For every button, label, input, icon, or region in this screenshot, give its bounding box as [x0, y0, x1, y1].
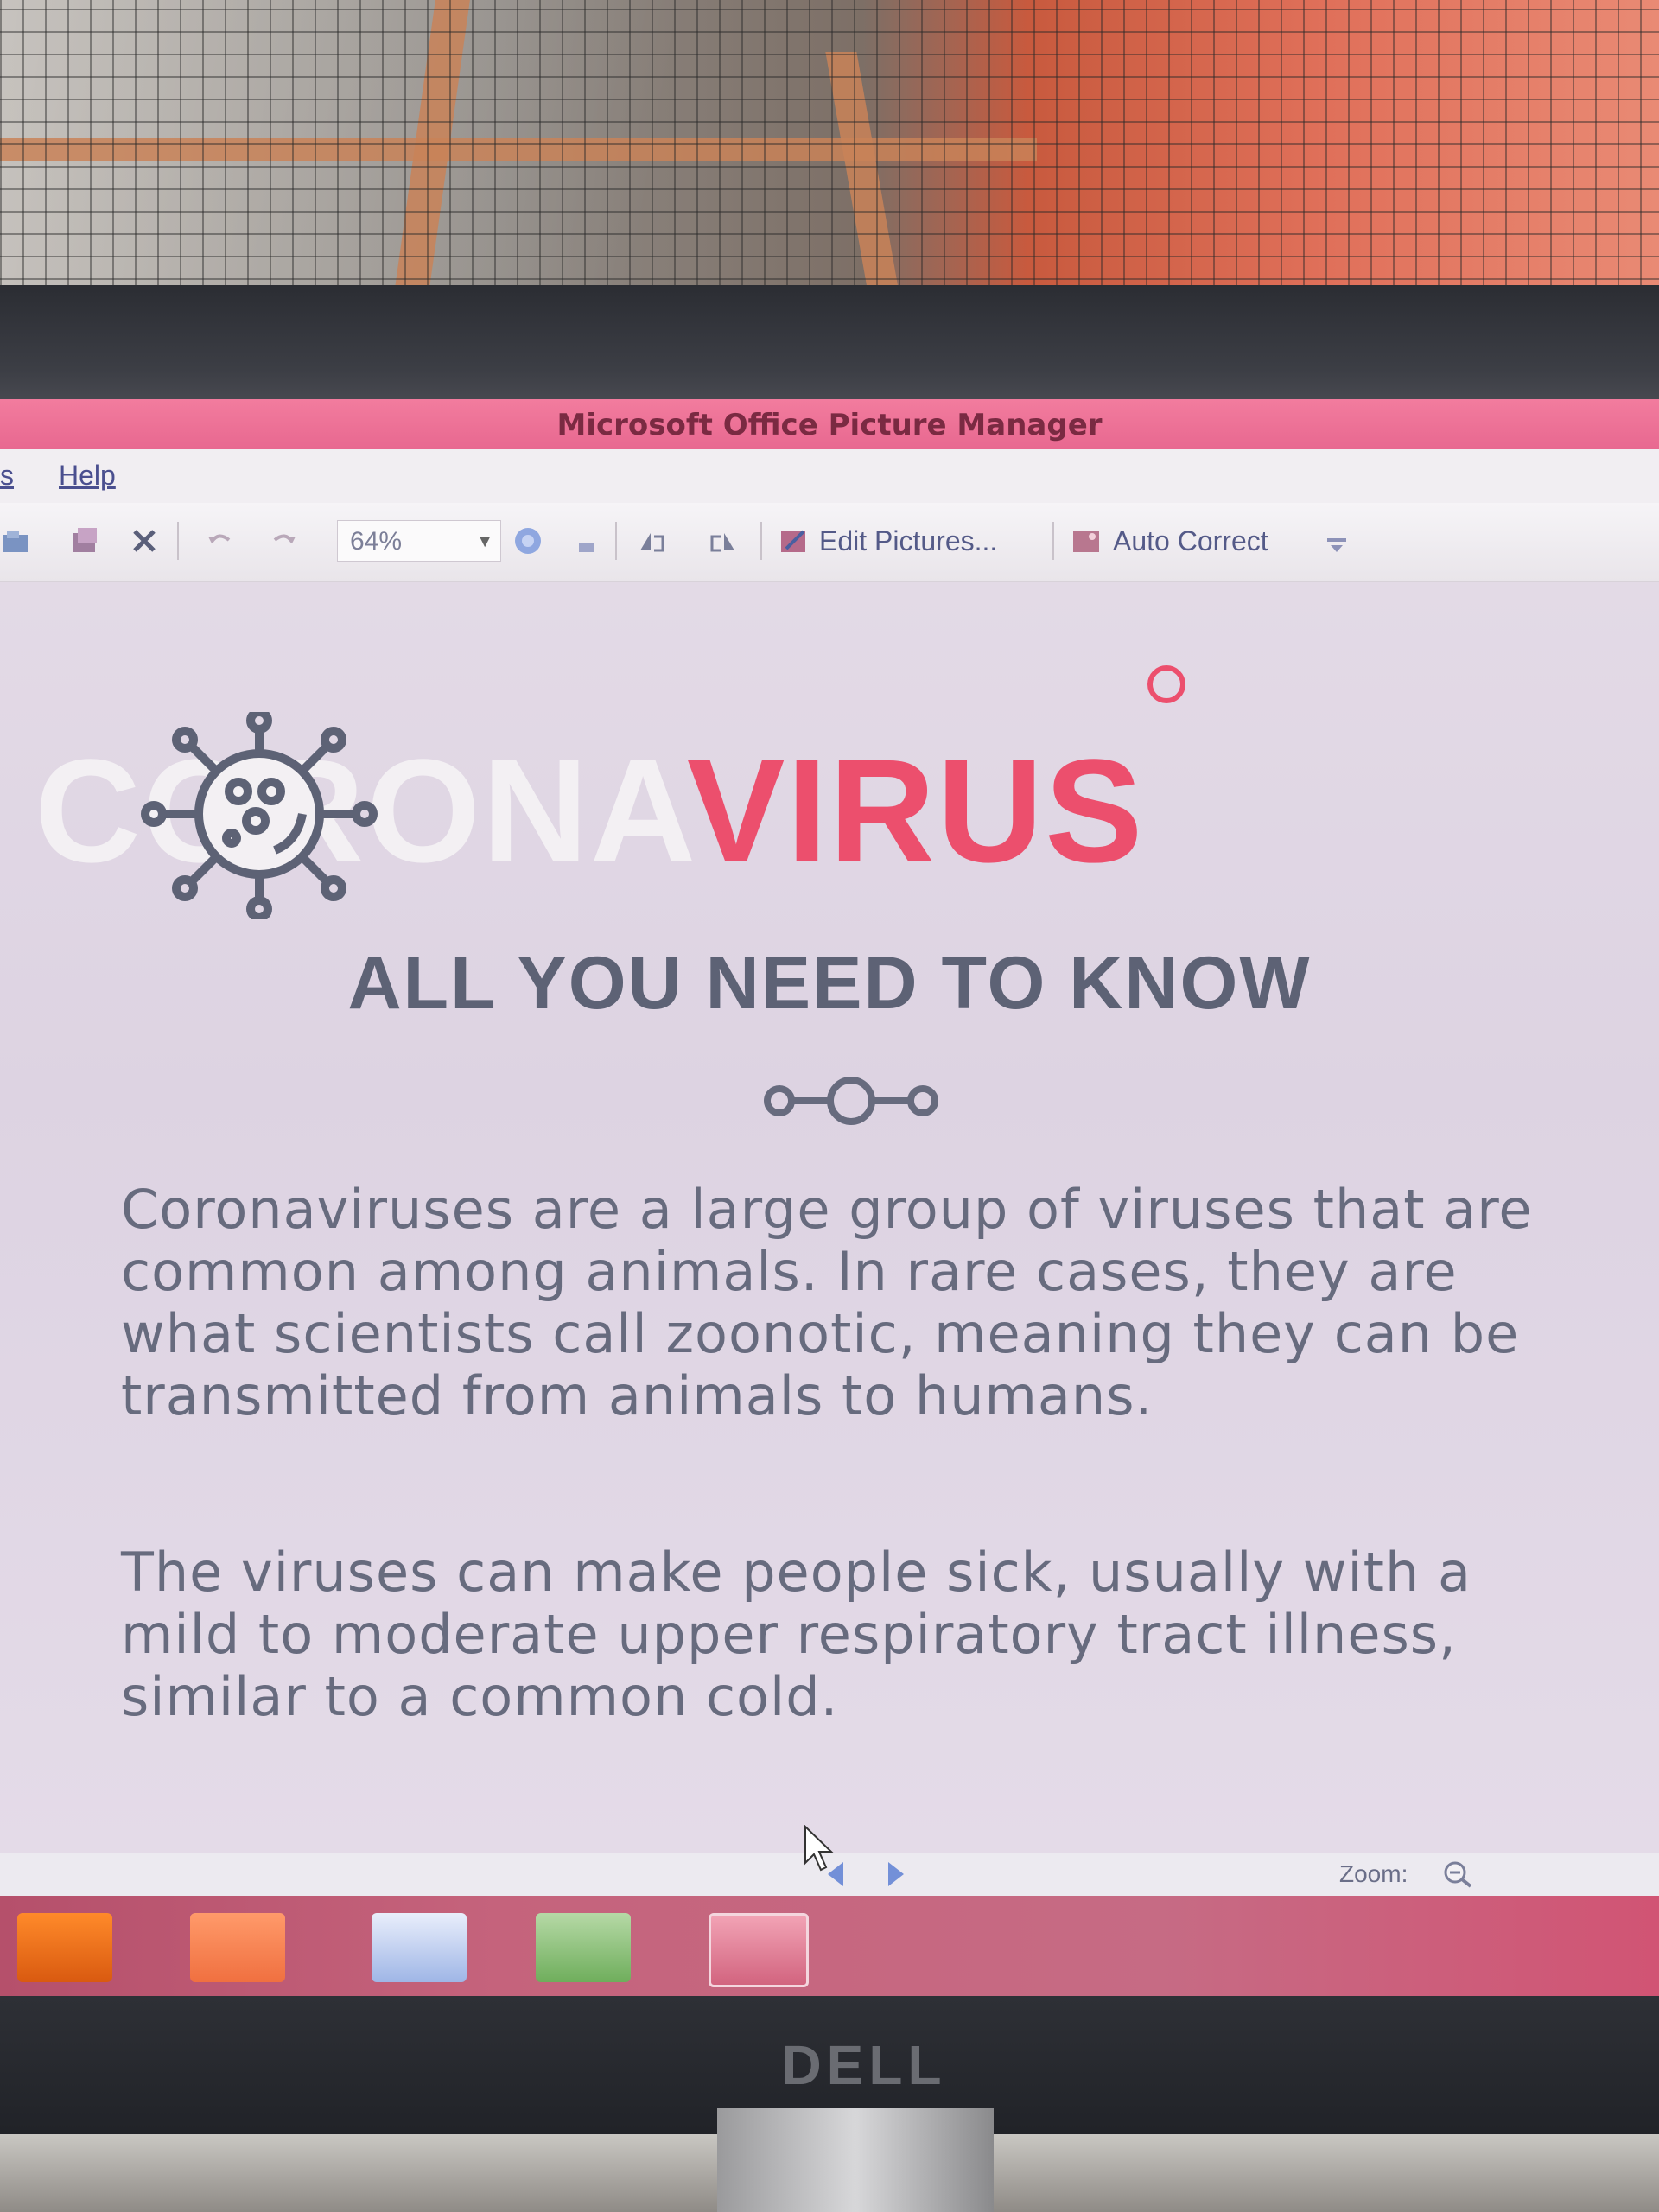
edit-pictures-label: Edit Pictures...	[819, 524, 998, 556]
toolbar-options-icon[interactable]	[570, 518, 603, 563]
ceiling-background	[0, 0, 1659, 302]
headline-dot-ring	[1147, 665, 1185, 703]
menu-item-help[interactable]: Help	[59, 460, 116, 492]
divider-icon	[764, 1077, 938, 1125]
toolbar: 64% ▼ Edit Pictures... Auto Correct	[0, 503, 1659, 582]
virus-icon	[141, 712, 378, 919]
undo-icon[interactable]	[203, 518, 236, 563]
edit-pictures-icon	[781, 530, 805, 552]
word-icon[interactable]	[372, 1913, 467, 1982]
monitor-bezel-top	[0, 285, 1659, 406]
taskbar	[0, 1896, 1659, 1998]
picture-canvas[interactable]: CORONAVIRUS ALL YOU NEED TO KNOW Coronav…	[0, 582, 1659, 1853]
zoom-select-value: 64%	[350, 527, 403, 556]
auto-correct-button[interactable]: Auto Correct	[1070, 518, 1268, 563]
edit-pictures-button[interactable]: Edit Pictures...	[778, 518, 997, 563]
chevron-down-icon: ▼	[476, 532, 493, 551]
zoom-label: Zoom:	[1339, 1860, 1408, 1887]
headline-virus: VIRUS	[686, 729, 1145, 893]
paragraph-2: The viruses can make people sick, usuall…	[121, 1541, 1471, 1728]
copy-icon[interactable]	[69, 518, 102, 563]
zoom-select[interactable]: 64% ▼	[337, 520, 501, 562]
mouse-cursor-icon	[804, 1825, 834, 1872]
monitor-stand	[717, 2108, 994, 2212]
zoom-out-icon[interactable]	[1441, 1859, 1476, 1890]
subheadline: ALL YOU NEED TO KNOW	[347, 942, 1312, 1025]
dell-logo: DELL	[781, 2034, 947, 2096]
menu-item-partial[interactable]: s	[0, 460, 14, 492]
delete-icon[interactable]	[128, 518, 161, 563]
window-titlebar[interactable]: Microsoft Office Picture Manager	[0, 399, 1659, 449]
open-icon[interactable]	[0, 518, 33, 563]
menu-bar: s Help	[0, 449, 1659, 504]
picture-manager-icon[interactable]	[709, 1913, 809, 1987]
paragraph-1: Coronaviruses are a large group of virus…	[121, 1178, 1533, 1427]
app-icon[interactable]	[536, 1913, 631, 1982]
toolbar-overflow-icon[interactable]	[1320, 518, 1353, 563]
auto-correct-label: Auto Correct	[1113, 524, 1268, 556]
vlc-icon[interactable]	[17, 1913, 112, 1982]
rotate-right-icon[interactable]	[707, 518, 740, 563]
window-title: Microsoft Office Picture Manager	[556, 408, 1103, 442]
redo-icon[interactable]	[268, 518, 301, 563]
auto-correct-icon	[1073, 531, 1099, 552]
rotate-left-icon[interactable]	[635, 518, 668, 563]
next-picture-icon[interactable]	[888, 1862, 904, 1886]
help-icon[interactable]	[512, 518, 544, 563]
monitor-screen: Microsoft Office Picture Manager s Help …	[0, 399, 1659, 1998]
uc-browser-icon[interactable]	[190, 1913, 285, 1982]
